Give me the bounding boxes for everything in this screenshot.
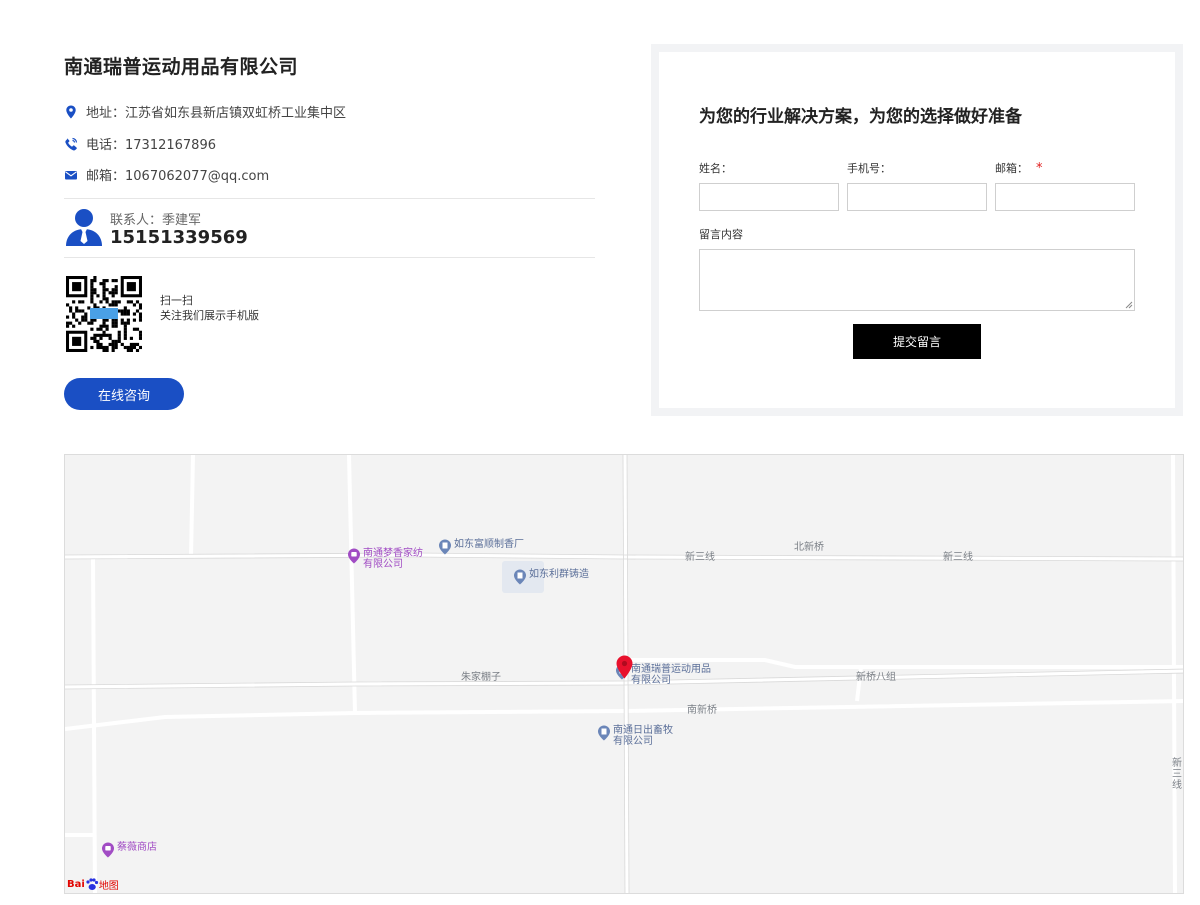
shop-pin-icon <box>102 842 114 858</box>
phone-text: 电话：17312167896 <box>86 138 216 153</box>
email-text: 邮箱：1067062077@qq.com <box>86 169 270 184</box>
phone-row: 电话：17312167896 <box>64 134 216 153</box>
road-label: 新三线 <box>943 552 973 563</box>
poi-name: 如东富顺制香厂 <box>454 539 524 550</box>
divider <box>64 257 595 258</box>
message-textarea[interactable] <box>699 249 1135 311</box>
logo-map: 地图 <box>98 881 119 892</box>
building-pin-icon <box>439 539 451 555</box>
location-marker-icon[interactable] <box>616 655 633 679</box>
road-label-vertical: 新三线 <box>1172 758 1182 791</box>
baidu-map[interactable]: 新三线 新三线 北新桥 朱家棚子 新桥八组 南新桥 新三线 南通梦香家纺 有限公司… <box>64 454 1184 894</box>
message-form: 为您的行业解决方案，为您的选择做好准备 姓名： 手机号： 邮箱： * 留言内容 提… <box>659 52 1175 408</box>
paw-icon <box>86 878 98 890</box>
divider <box>64 198 595 199</box>
form-title: 为您的行业解决方案，为您的选择做好准备 <box>699 107 1022 127</box>
shop-pin-icon <box>348 548 360 564</box>
envelope-icon <box>64 168 78 182</box>
map-poi[interactable]: 蔡薇商店 <box>101 842 157 858</box>
poi-name: 南通日出畜牧 <box>613 725 673 736</box>
map-poi[interactable]: 南通梦香家纺 有限公司 <box>347 548 423 570</box>
qr-caption: 扫一扫 关注我们展示手机版 <box>160 293 259 323</box>
mobile-input[interactable] <box>847 183 987 211</box>
poi-name: 南通瑞普运动用品 <box>631 664 711 675</box>
submit-message-button[interactable]: 提交留言 <box>853 324 981 359</box>
name-input[interactable] <box>699 183 839 211</box>
address-text: 地址：江苏省如东县新店镇双虹桥工业集中区 <box>86 106 347 121</box>
contact-person-icon <box>66 208 102 246</box>
poi-name: 有限公司 <box>631 675 671 686</box>
qr-code-image <box>66 276 142 352</box>
email-input[interactable] <box>995 183 1135 211</box>
mobile-label-text: 手机号： <box>847 162 891 175</box>
poi-name: 有限公司 <box>363 559 403 570</box>
email-label-text: 邮箱： <box>995 162 1028 175</box>
name-label-text: 姓名： <box>699 162 732 175</box>
building-pin-icon <box>514 569 526 585</box>
place-label: 南新桥 <box>687 705 717 716</box>
email-row: 邮箱：1067062077@qq.com <box>64 165 269 184</box>
name-label: 姓名： <box>699 160 732 176</box>
contact-phone-number: 15151339569 <box>110 227 248 248</box>
mobile-label: 手机号： <box>847 160 891 176</box>
poi-name: 有限公司 <box>613 736 653 747</box>
poi-name: 南通梦香家纺 <box>363 548 423 559</box>
email-label: 邮箱： * <box>995 160 1043 176</box>
resize-grip-icon[interactable] <box>1125 301 1133 309</box>
baidu-map-logo: Bai du 地图 <box>67 877 119 892</box>
place-label: 新桥八组 <box>856 672 896 683</box>
company-name: 南通瑞普运动用品有限公司 <box>64 56 299 78</box>
message-label: 留言内容 <box>699 228 743 241</box>
logo-bai: Bai <box>67 879 85 890</box>
place-label: 朱家棚子 <box>461 672 501 683</box>
map-poi[interactable]: 如东富顺制香厂 <box>438 539 524 555</box>
contact-page: 南通瑞普运动用品有限公司 地址：江苏省如东县新店镇双虹桥工业集中区 电话：173… <box>0 0 1200 905</box>
road-label: 新三线 <box>685 552 715 563</box>
message-form-panel: 为您的行业解决方案，为您的选择做好准备 姓名： 手机号： 邮箱： * 留言内容 提… <box>651 44 1183 416</box>
map-poi[interactable]: 南通日出畜牧 有限公司 <box>597 725 673 747</box>
poi-name: 蔡薇商店 <box>117 842 157 853</box>
phone-icon <box>64 137 78 151</box>
qr-caption-line-1: 扫一扫 <box>160 294 193 307</box>
building-pin-icon <box>598 725 610 741</box>
qr-caption-line-2: 关注我们展示手机版 <box>160 309 259 322</box>
place-label: 北新桥 <box>794 542 824 553</box>
map-poi[interactable]: 如东利群铸造 <box>513 569 589 585</box>
contact-person-label: 联系人：季建军 <box>110 213 202 228</box>
location-pin-icon <box>64 105 78 119</box>
poi-name: 如东利群铸造 <box>529 569 589 580</box>
required-mark: * <box>1036 161 1043 176</box>
address-row: 地址：江苏省如东县新店镇双虹桥工业集中区 <box>64 102 346 121</box>
online-consult-button[interactable]: 在线咨询 <box>64 378 184 410</box>
